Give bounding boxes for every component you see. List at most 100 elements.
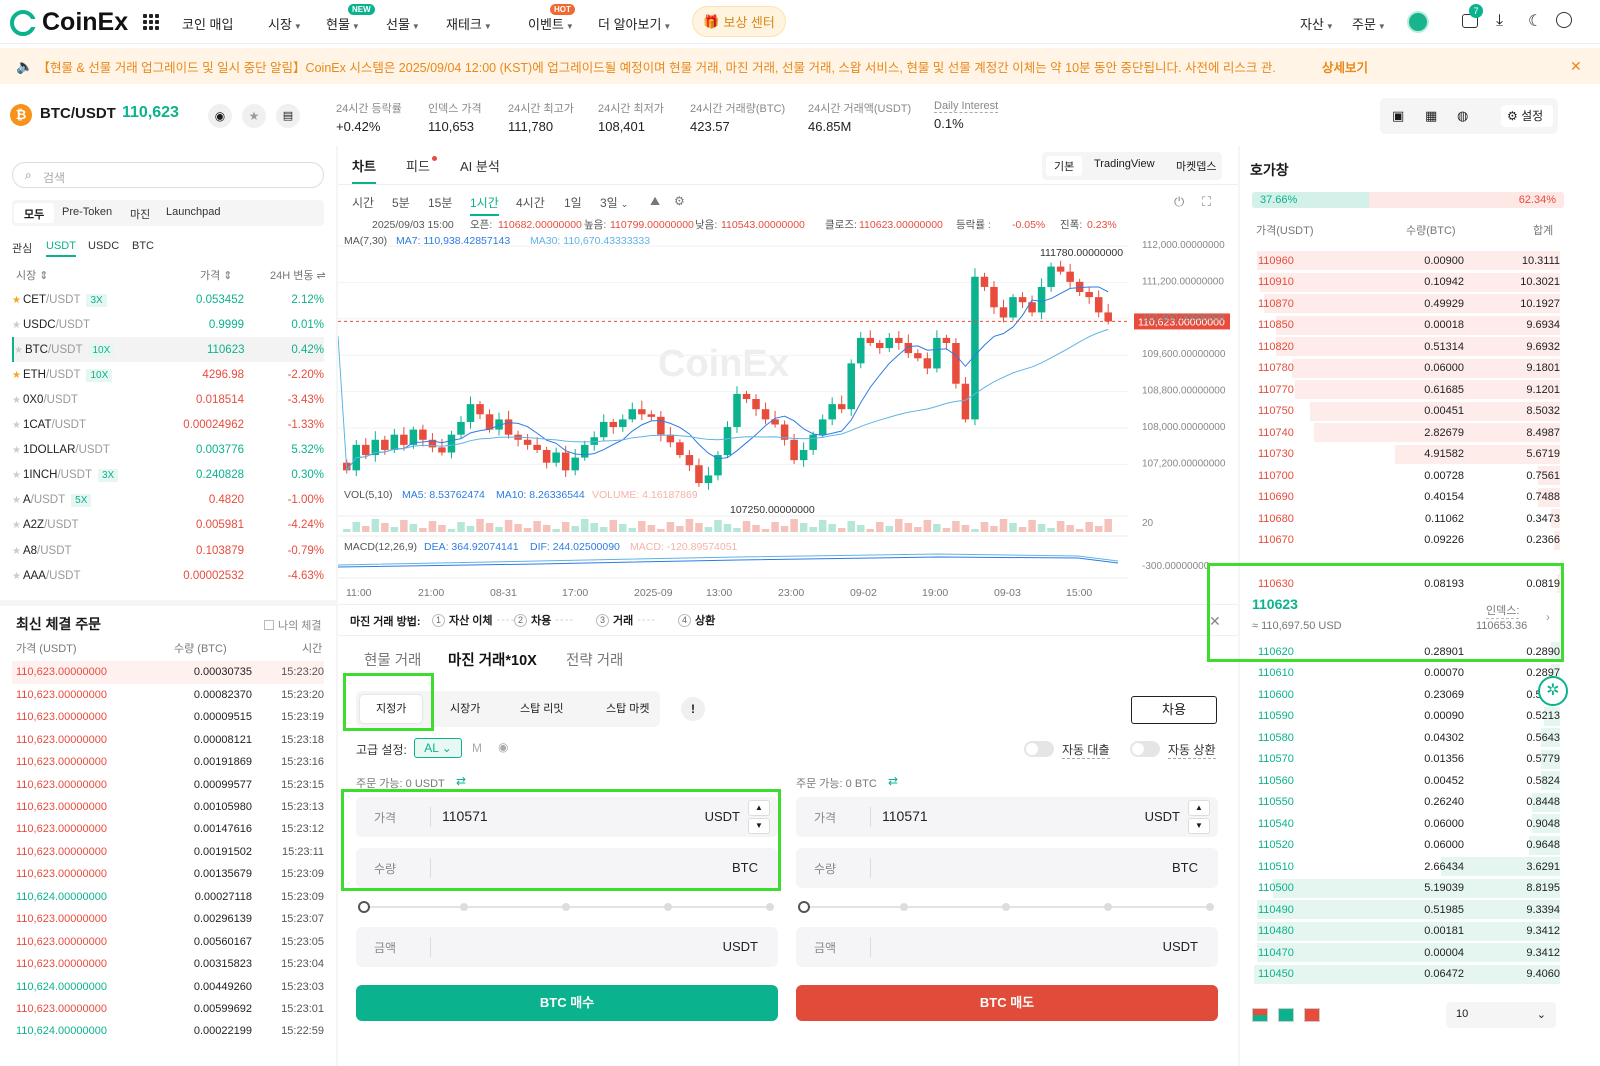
orderbook-ask-row[interactable]: 110960 0.00900 10.3111 (1248, 250, 1560, 272)
nav-item-4[interactable]: 재테크 ▼ (446, 14, 492, 33)
favorite-star-icon[interactable]: ★ (242, 104, 266, 128)
market-row[interactable]: ★ 1DOLLAR/USDT 0.003776 5.32% (12, 438, 324, 463)
orderbook-bids-view-icon[interactable] (1278, 1008, 1294, 1022)
apps-grid-icon[interactable] (143, 14, 159, 30)
orderbook-asks-view-icon[interactable] (1304, 1008, 1320, 1022)
market-row[interactable]: ★ BTC/USDT 10X 110623 0.42% (12, 337, 324, 363)
price-down-icon[interactable]: ▼ (1188, 818, 1210, 834)
auto-borrow-toggle[interactable] (1024, 741, 1054, 757)
market-header-change[interactable]: 24H 변동 ⇌ (270, 267, 326, 283)
chart-view-2[interactable]: 마켓뎁스 (1168, 156, 1224, 176)
interval-6[interactable]: 3일 ⌄ (600, 194, 628, 211)
favorite-star-icon[interactable]: ★ (12, 571, 21, 582)
favorite-star-icon[interactable]: ★ (12, 295, 21, 306)
sell-amount-input[interactable]: 금액 USDT (796, 927, 1218, 967)
orderbook-bid-row[interactable]: 110470 0.00004 9.3412 (1248, 942, 1560, 964)
market-tab-3[interactable]: Launchpad (156, 203, 230, 223)
interval-1[interactable]: 5분 (392, 194, 410, 211)
market-search-input[interactable]: ⌕ 검색 (12, 162, 324, 188)
favorite-star-icon[interactable]: ★ (12, 546, 21, 557)
trade-mode-tab-2[interactable]: 전략 거래 (566, 649, 623, 670)
ai-assistant-icon[interactable]: ✲ (1538, 676, 1568, 706)
transfer-icon[interactable]: ⇄ (456, 774, 466, 788)
quote-tab-1[interactable]: USDT (46, 240, 76, 257)
market-row[interactable]: ★ USDC/USDT 0.9999 0.01% (12, 312, 324, 337)
orderbook-ask-row[interactable]: 110770 0.61685 9.1201 (1248, 379, 1560, 401)
orderbook-ask-row[interactable]: 110670 0.09226 0.2366 (1248, 530, 1560, 552)
quote-tab-2[interactable]: USDC (88, 240, 119, 255)
nav-item-2[interactable]: 현물 ▼ (326, 14, 360, 33)
indicator-icon[interactable]: ⛰ (650, 194, 660, 209)
sell-quantity-input[interactable]: 수량 BTC (796, 848, 1218, 888)
avatar[interactable] (1407, 11, 1429, 33)
reward-center-button[interactable]: 🎁 보상 센터 (692, 6, 786, 37)
order-type-1[interactable]: 시장가 (434, 695, 496, 723)
note-icon[interactable]: ▤ (276, 104, 300, 128)
interval-3[interactable]: 1시간 (470, 194, 499, 216)
order-type-3[interactable]: 스탑 마켓 (590, 695, 666, 723)
orderbook-ask-row[interactable]: 110680 0.11062 0.3473 (1248, 508, 1560, 530)
favorite-star-icon[interactable]: ★ (14, 345, 23, 356)
favorite-star-icon[interactable]: ★ (12, 445, 21, 456)
chart-tab-2[interactable]: AI 분석 (460, 156, 500, 182)
interval-2[interactable]: 15분 (428, 194, 452, 211)
orderbook-ask-row[interactable]: 110730 4.91582 5.6719 (1248, 444, 1560, 466)
info-icon[interactable]: ◉ (208, 104, 232, 128)
market-tab-2[interactable]: 마진 (120, 203, 160, 223)
market-row[interactable]: ★ A2Z/USDT 0.005981 -4.24% (12, 513, 324, 538)
market-row[interactable]: ★ 0X0/USDT 0.018514 -3.43% (12, 387, 324, 412)
sell-price-input[interactable]: 가격 110571 USDT ▲ ▼ (796, 797, 1218, 837)
settings-button[interactable]: ⚙ 설정 (1501, 105, 1553, 127)
orderbook-bid-row[interactable]: 110550 0.26240 0.8448 (1248, 792, 1560, 814)
favorite-star-icon[interactable]: ★ (12, 320, 21, 331)
market-tab-1[interactable]: Pre-Token (52, 203, 122, 223)
trade-mode-tab-1[interactable]: 마진 거래*10X (448, 649, 537, 670)
nav-item-0[interactable]: 코인 매입 (182, 14, 233, 33)
transfer-icon[interactable]: ⇄ (888, 774, 898, 788)
market-tab-0[interactable]: 모두 (14, 203, 55, 223)
orderbook-bid-row[interactable]: 110590 0.00090 0.5213 (1248, 706, 1560, 728)
m-mode-button[interactable]: M (472, 741, 482, 755)
orderbook-bid-row[interactable]: 110570 0.01356 0.5779 (1248, 749, 1560, 771)
buy-percent-slider[interactable] (358, 901, 778, 913)
chart-toggle-icon[interactable]: ◍ (1457, 108, 1468, 124)
info-icon[interactable]: ! (681, 697, 705, 721)
market-row[interactable]: ★ ETH/USDT 10X 4296.98 -2.20% (12, 362, 324, 387)
trade-mode-tab-0[interactable]: 현물 거래 (364, 649, 421, 670)
price-up-icon[interactable]: ▲ (1188, 800, 1210, 816)
notice-more-link[interactable]: 상세보기 (1322, 57, 1368, 76)
nav-item-6[interactable]: 더 알아보기 ▼ (598, 14, 671, 33)
favorite-star-icon[interactable]: ★ (12, 395, 21, 406)
market-header-price[interactable]: 가격 ⇕ (200, 267, 233, 283)
favorite-star-icon[interactable]: ★ (12, 495, 21, 506)
coinex-logo[interactable]: CoinEx (10, 8, 128, 37)
orderbook-bid-row[interactable]: 110580 0.04302 0.5643 (1248, 727, 1560, 749)
interval-0[interactable]: 시간 (352, 194, 374, 211)
orderbook-bid-row[interactable]: 110610 0.00070 0.2897 (1248, 663, 1560, 685)
auto-repay-toggle[interactable] (1130, 741, 1160, 757)
market-row[interactable]: ★ 1INCH/USDT 3X 0.240828 0.30% (12, 463, 324, 488)
orderbook-ask-row[interactable]: 110740 2.82679 8.4987 (1248, 422, 1560, 444)
nav-item-3[interactable]: 선물 ▼ (386, 14, 420, 33)
language-globe-icon[interactable] (1556, 12, 1572, 28)
precision-select[interactable]: 10 ⌄ (1446, 1002, 1556, 1028)
close-icon[interactable]: ✕ (1570, 58, 1582, 75)
orderbook-ask-row[interactable]: 110750 0.00451 8.5032 (1248, 401, 1560, 423)
orderbook-ask-row[interactable]: 110870 0.49929 10.1927 (1248, 293, 1560, 315)
market-row[interactable]: ★ A/USDT 5X 0.4820 -1.00% (12, 488, 324, 513)
interval-5[interactable]: 1일 (564, 194, 582, 211)
borrow-button[interactable]: 차용 (1131, 696, 1217, 724)
orderbook-bid-row[interactable]: 110560 0.00452 0.5824 (1248, 770, 1560, 792)
market-row[interactable]: ★ AAA/USDT 0.00002532 -4.63% (12, 563, 324, 588)
orderbook-ask-row[interactable]: 110690 0.40154 0.7488 (1248, 487, 1560, 509)
chart-settings-icon[interactable]: ⚙ (674, 194, 685, 208)
orderbook-both-view-icon[interactable] (1252, 1008, 1268, 1022)
market-row[interactable]: ★ 1CAT/USDT 0.00024962 -1.33% (12, 413, 324, 438)
favorite-star-icon[interactable]: ★ (12, 420, 21, 431)
chart-tab-0[interactable]: 차트 (352, 156, 376, 184)
orderbook-ask-row[interactable]: 110820 0.51314 9.6932 (1248, 336, 1560, 358)
buy-button[interactable]: BTC 매수 (356, 985, 778, 1021)
price-chart[interactable]: CoinEx110,623.00000000111780.00000000107… (338, 216, 1238, 604)
orders-menu[interactable]: 주문 ▼ (1352, 14, 1386, 33)
favorite-star-icon[interactable]: ★ (12, 370, 21, 381)
